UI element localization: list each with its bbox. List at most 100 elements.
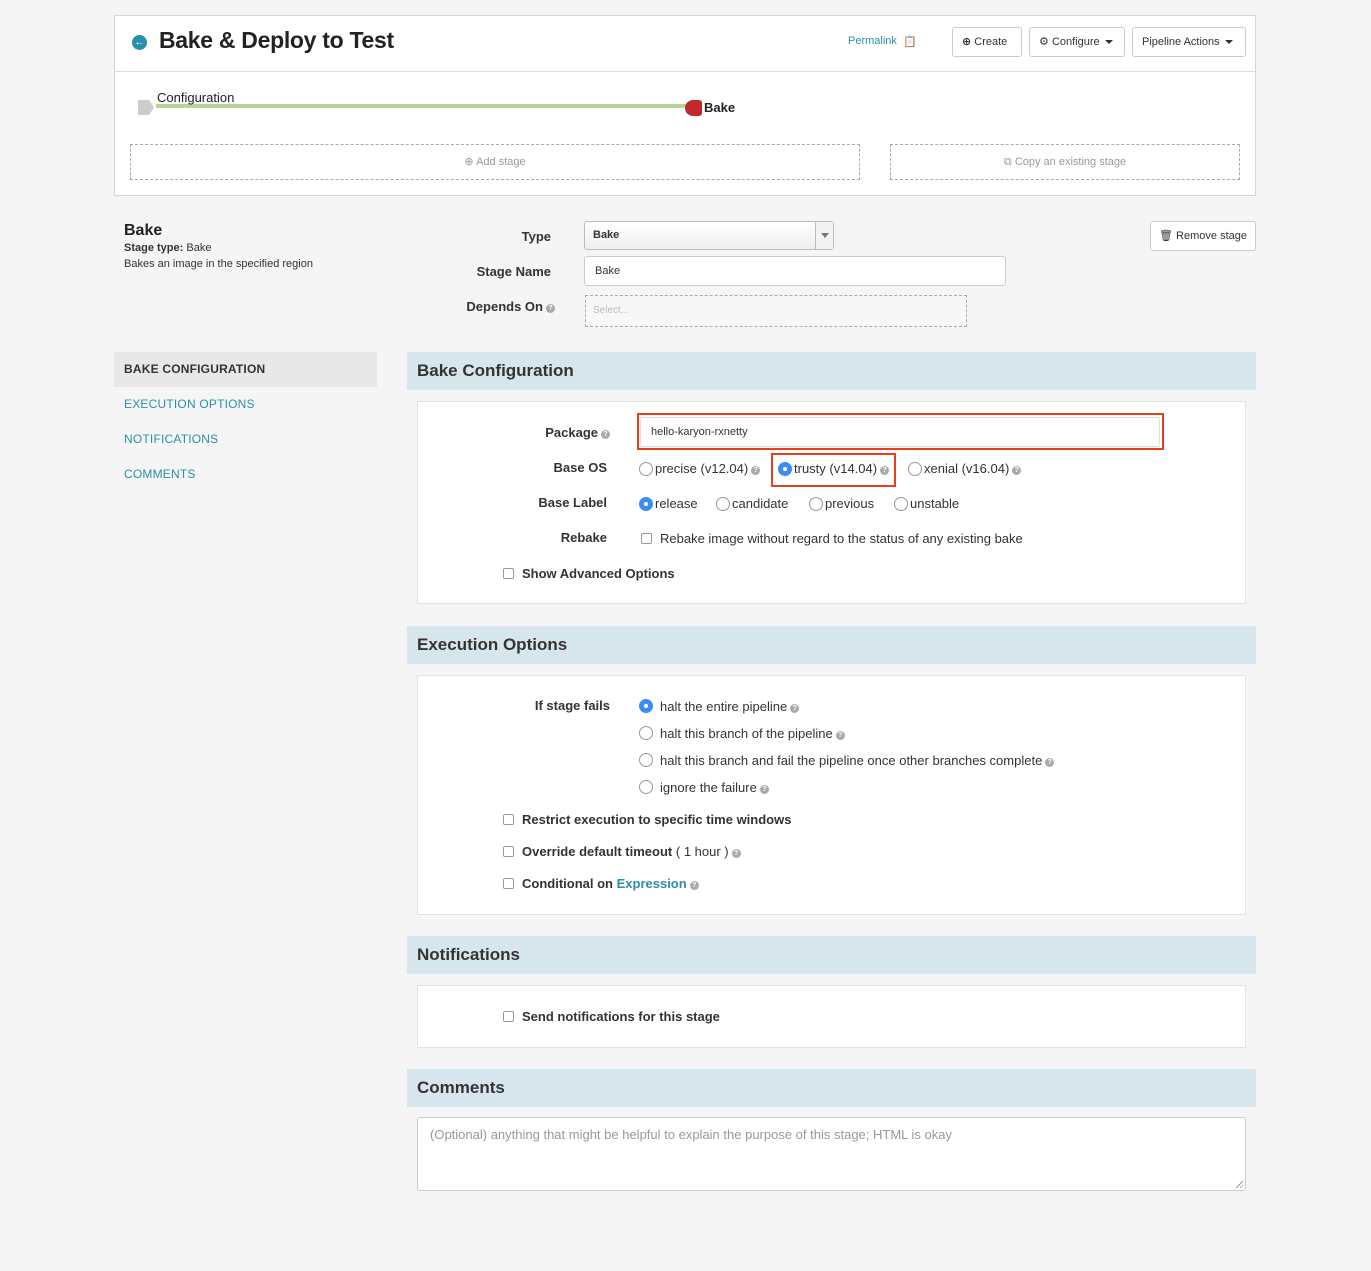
help-icon[interactable]: ? bbox=[689, 881, 699, 890]
back-arrow-icon[interactable]: ← bbox=[132, 35, 147, 50]
resize-grip-icon[interactable] bbox=[1236, 1181, 1243, 1188]
fail-halt-pipeline-radio[interactable] bbox=[639, 699, 653, 713]
help-icon[interactable]: ? bbox=[1012, 466, 1022, 475]
restrict-windows-checkbox[interactable] bbox=[503, 814, 514, 825]
bake-node[interactable] bbox=[685, 100, 702, 116]
os-precise-text: precise (v12.04) bbox=[655, 461, 749, 476]
pipeline-actions-button[interactable]: Pipeline Actions bbox=[1132, 27, 1246, 57]
help-icon[interactable]: ? bbox=[1045, 758, 1055, 767]
help-icon[interactable]: ? bbox=[759, 785, 769, 794]
os-trusty-text: trusty (v14.04) bbox=[794, 461, 878, 476]
override-timeout-text: Override default timeout bbox=[522, 844, 673, 859]
nav-bake-configuration[interactable]: BAKE CONFIGURATION bbox=[114, 352, 377, 387]
override-timeout-checkbox[interactable] bbox=[503, 846, 514, 857]
label-previous-radio[interactable] bbox=[809, 497, 823, 511]
help-icon[interactable]: ? bbox=[751, 466, 761, 475]
help-icon[interactable]: ? bbox=[731, 849, 741, 858]
pipeline-actions-label: Pipeline Actions bbox=[1142, 36, 1220, 48]
help-icon[interactable]: ? bbox=[546, 304, 555, 313]
copy-icon: ⧉ bbox=[1003, 156, 1012, 168]
depends-on-select[interactable]: Select... bbox=[585, 295, 967, 327]
fail-halt-branch-text: halt this branch of the pipeline bbox=[660, 726, 833, 741]
label-release-text: release bbox=[655, 496, 698, 511]
permalink-link[interactable]: Permalink bbox=[848, 35, 897, 47]
label-unstable-text: unstable bbox=[910, 496, 960, 511]
fail-halt-pipeline-label: halt the entire pipeline? bbox=[660, 699, 800, 714]
page-title: Bake & Deploy to Test bbox=[159, 27, 394, 53]
conditional-label: Conditional on Expression? bbox=[522, 876, 699, 891]
show-advanced-checkbox[interactable] bbox=[503, 568, 514, 579]
bake-node-label[interactable]: Bake bbox=[704, 100, 735, 115]
label-release-radio[interactable] bbox=[639, 497, 653, 511]
bake-configuration-heading: Bake Configuration bbox=[407, 352, 1256, 390]
os-trusty-label: trusty (v14.04)? bbox=[794, 461, 890, 476]
configure-button[interactable]: ⚙ Configure bbox=[1029, 27, 1125, 57]
caret-down-icon bbox=[1224, 40, 1233, 45]
os-precise-label: precise (v12.04)? bbox=[655, 461, 761, 476]
conditional-text: Conditional on bbox=[522, 876, 613, 891]
comments-textarea[interactable]: (Optional) anything that might be helpfu… bbox=[417, 1117, 1246, 1191]
comments-placeholder: (Optional) anything that might be helpfu… bbox=[430, 1127, 952, 1142]
label-unstable-radio[interactable] bbox=[894, 497, 908, 511]
depends-on-label: Depends On? bbox=[440, 299, 555, 314]
conditional-checkbox[interactable] bbox=[503, 878, 514, 889]
expression-link[interactable]: Expression bbox=[617, 876, 687, 891]
clipboard-icon[interactable]: 📋 bbox=[903, 35, 917, 48]
comments-heading: Comments bbox=[407, 1069, 1256, 1107]
add-stage-button[interactable]: ⊕ Add stage bbox=[130, 144, 860, 180]
copy-stage-button[interactable]: ⧉ Copy an existing stage bbox=[890, 144, 1240, 180]
configuration-node-label[interactable]: Configuration bbox=[157, 90, 234, 105]
fail-halt-branch-radio[interactable] bbox=[639, 726, 653, 740]
label-candidate-radio[interactable] bbox=[716, 497, 730, 511]
base-os-label: Base OS bbox=[553, 460, 607, 475]
override-timeout-label: Override default timeout ( 1 hour )? bbox=[522, 844, 741, 859]
os-xenial-radio[interactable] bbox=[908, 462, 922, 476]
help-icon[interactable]: ? bbox=[880, 466, 890, 475]
nav-notifications[interactable]: NOTIFICATIONS bbox=[114, 422, 377, 457]
if-stage-fails-label: If stage fails bbox=[534, 698, 610, 713]
os-xenial-text: xenial (v16.04) bbox=[924, 461, 1010, 476]
type-label: Type bbox=[521, 229, 551, 244]
label-candidate-text: candidate bbox=[732, 496, 789, 511]
trash-icon: 🗑 bbox=[1159, 230, 1173, 242]
caret-down-icon bbox=[1104, 40, 1113, 45]
nav-execution-options[interactable]: EXECUTION OPTIONS bbox=[114, 387, 377, 422]
rebake-checkbox[interactable] bbox=[641, 533, 652, 544]
help-icon[interactable]: ? bbox=[601, 430, 610, 439]
fail-ignore-label: ignore the failure? bbox=[660, 780, 769, 795]
depends-on-text: Depends On bbox=[466, 299, 543, 314]
nav-comments[interactable]: COMMENTS bbox=[114, 457, 377, 492]
stage-name-input[interactable]: Bake bbox=[584, 256, 1006, 286]
execution-options-heading: Execution Options bbox=[407, 626, 1256, 664]
remove-stage-button[interactable]: 🗑 Remove stage bbox=[1150, 221, 1256, 251]
create-button[interactable]: ⊕ Create bbox=[952, 27, 1022, 57]
package-label-text: Package bbox=[545, 425, 598, 440]
fail-halt-branch-fail-text: halt this branch and fail the pipeline o… bbox=[660, 753, 1043, 768]
os-xenial-label: xenial (v16.04)? bbox=[924, 461, 1022, 476]
stage-title: Bake bbox=[124, 222, 163, 239]
override-timeout-value: ( 1 hour ) bbox=[675, 844, 729, 859]
gear-icon: ⚙ bbox=[1039, 36, 1049, 48]
package-highlight bbox=[637, 413, 1164, 450]
show-advanced-label: Show Advanced Options bbox=[522, 566, 675, 581]
label-previous-text: previous bbox=[825, 496, 875, 511]
send-notifications-label: Send notifications for this stage bbox=[522, 1009, 720, 1024]
fail-halt-branch-label: halt this branch of the pipeline? bbox=[660, 726, 845, 741]
help-icon[interactable]: ? bbox=[790, 704, 800, 713]
type-select[interactable]: Bake bbox=[584, 221, 834, 250]
create-button-label: Create bbox=[974, 36, 1008, 48]
type-select-value: Bake bbox=[593, 229, 620, 241]
os-trusty-radio[interactable] bbox=[778, 462, 792, 476]
stage-name-label: Stage Name bbox=[476, 264, 551, 279]
send-notifications-checkbox[interactable] bbox=[503, 1011, 514, 1022]
help-icon[interactable]: ? bbox=[835, 731, 845, 740]
header-bar: ← Bake & Deploy to Test Permalink 📋 ⊕ Cr… bbox=[115, 16, 1255, 72]
restrict-windows-label: Restrict execution to specific time wind… bbox=[522, 812, 792, 827]
rebake-text: Rebake image without regard to the statu… bbox=[660, 531, 1023, 546]
os-precise-radio[interactable] bbox=[639, 462, 653, 476]
copy-stage-label: Copy an existing stage bbox=[1014, 156, 1127, 168]
notifications-heading: Notifications bbox=[407, 936, 1256, 974]
fail-halt-branch-fail-radio[interactable] bbox=[639, 753, 653, 767]
stage-type-prefix: Stage type: bbox=[124, 242, 184, 254]
fail-ignore-radio[interactable] bbox=[639, 780, 653, 794]
